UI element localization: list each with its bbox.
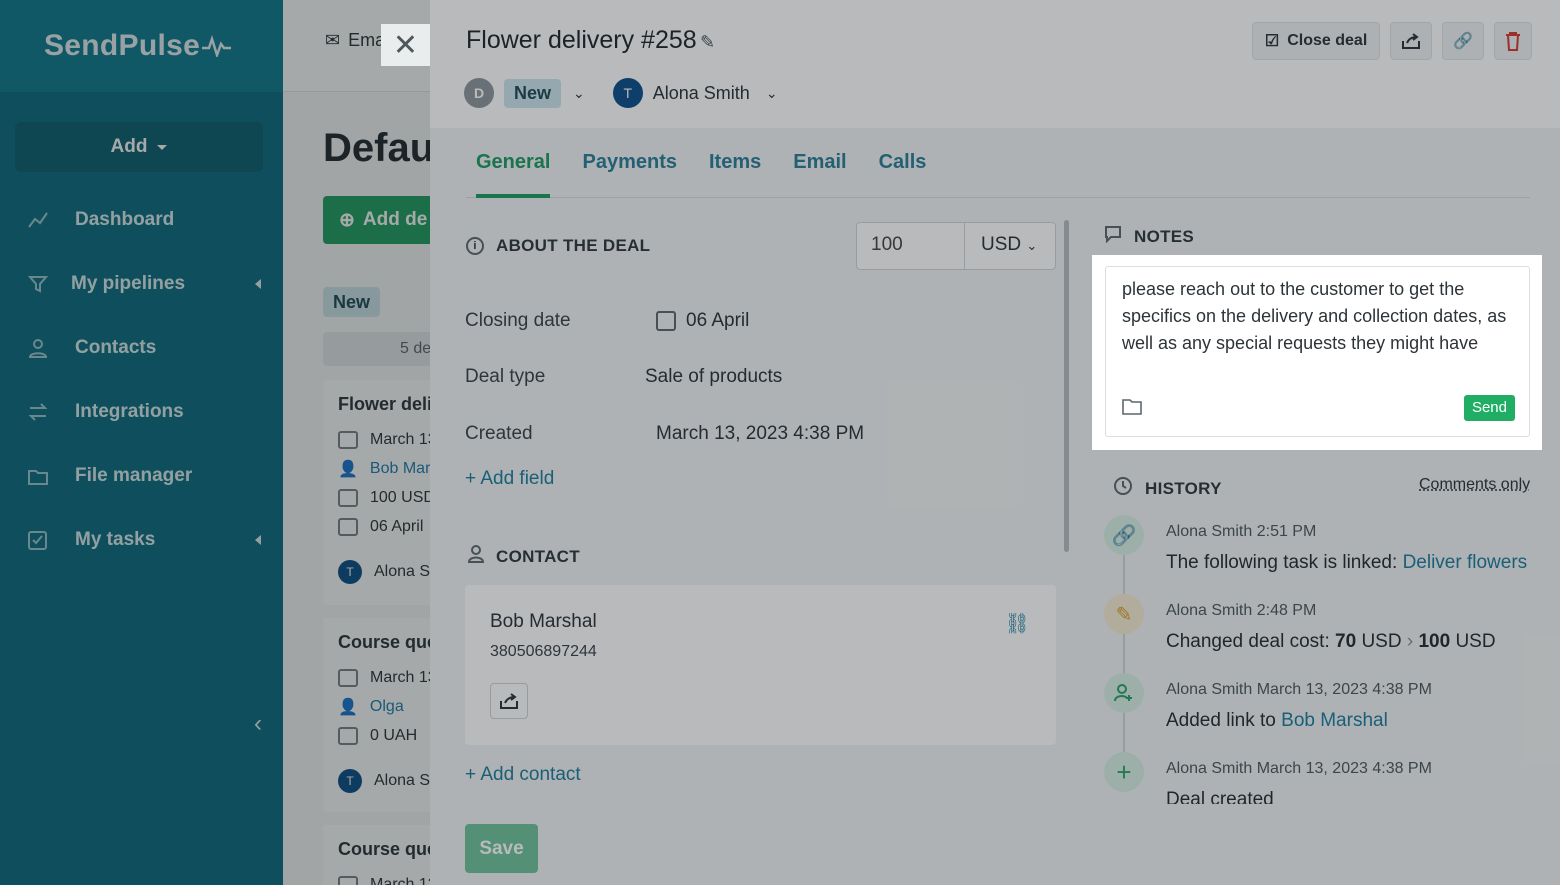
comment-icon (1104, 225, 1122, 248)
save-button[interactable]: Save (465, 824, 538, 873)
attach-folder-icon[interactable] (1122, 397, 1142, 420)
link-icon: 🔗 (1453, 31, 1473, 51)
history-text: Deal created (1166, 789, 1274, 804)
trash-icon (1505, 31, 1521, 51)
header-actions: ☑ Close deal 🔗 (1252, 22, 1532, 60)
history-meta: Alona Smith 2:51 PM (1166, 523, 1316, 541)
notes-box: please reach out to the customer to get … (1092, 255, 1542, 450)
closing-date-value[interactable]: 06 April (656, 310, 749, 332)
deal-type-value[interactable]: Sale of products (645, 366, 782, 388)
person-icon (468, 545, 484, 568)
contact-heading-label: CONTACT (496, 547, 580, 567)
share-button[interactable] (1390, 22, 1432, 60)
tab-items[interactable]: Items (709, 130, 761, 198)
checkbox-icon: ☑ (1265, 31, 1279, 51)
amount-input[interactable]: 100 (857, 223, 965, 269)
owner-select[interactable]: Alona Smith (653, 83, 750, 104)
delete-button[interactable] (1494, 22, 1532, 60)
deal-amount: 100 USD ⌄ (856, 222, 1056, 270)
contact-card: Bob Marshal 380506897244 ⛓ (465, 585, 1056, 745)
history-text: The following task is linked: Deliver fl… (1166, 552, 1527, 574)
comments-only-filter[interactable]: Comments only (1419, 476, 1530, 494)
info-icon: i (466, 237, 484, 255)
history-item: 🔗 Alona Smith 2:51 PM The following task… (1104, 515, 1534, 585)
stage-initial-icon: D (464, 78, 494, 108)
tab-payments[interactable]: Payments (582, 130, 677, 198)
deal-tabs: General Payments Items Email Calls (466, 130, 1530, 198)
share-icon (1401, 32, 1421, 50)
link-icon: 🔗 (1104, 515, 1144, 555)
tab-email[interactable]: Email (793, 130, 846, 198)
add-person-icon (1104, 673, 1144, 713)
history-heading-label: HISTORY (1145, 479, 1222, 499)
chevron-right-icon: › (1407, 631, 1413, 652)
clock-icon (1113, 476, 1133, 501)
note-text: please reach out to the customer to get … (1122, 276, 1517, 357)
about-heading: i ABOUT THE DEAL (466, 236, 650, 256)
open-contact-button[interactable] (490, 683, 528, 719)
history-item: ✎ Alona Smith 2:48 PM Changed deal cost:… (1104, 594, 1534, 664)
history-heading: HISTORY (1113, 476, 1222, 501)
notes-heading: NOTES (1104, 225, 1194, 248)
close-icon[interactable]: ✕ (381, 24, 430, 66)
calendar-icon (656, 311, 676, 331)
deal-status-row: D New ⌄ T Alona Smith ⌄ (464, 78, 778, 108)
notes-heading-label: NOTES (1134, 227, 1194, 247)
note-input[interactable]: please reach out to the customer to get … (1105, 266, 1530, 437)
history-item: + Alona Smith March 13, 2023 4:38 PM Dea… (1104, 752, 1534, 804)
chevron-down-icon[interactable]: ⌄ (573, 85, 585, 102)
contact-phone: 380506897244 (490, 643, 597, 661)
add-field-link[interactable]: + Add field (465, 468, 554, 490)
history-item: Alona Smith March 13, 2023 4:38 PM Added… (1104, 673, 1534, 743)
history-meta: Alona Smith March 13, 2023 4:38 PM (1166, 760, 1432, 778)
contact-heading: CONTACT (468, 545, 580, 568)
history-text: Changed deal cost: 70 USD › 100 USD (1166, 631, 1496, 653)
field-label: Created (465, 423, 533, 445)
field-label: Closing date (465, 310, 571, 332)
pencil-icon[interactable]: ✎ (700, 32, 715, 53)
currency-label: USD (981, 234, 1021, 255)
stage-select[interactable]: New (504, 79, 561, 108)
history-meta: Alona Smith March 13, 2023 4:38 PM (1166, 681, 1432, 699)
pencil-icon: ✎ (1104, 594, 1144, 634)
close-deal-button[interactable]: ☑ Close deal (1252, 22, 1380, 60)
contact-link[interactable]: Bob Marshal (1281, 710, 1388, 731)
deal-header: Flower delivery #258 ✎ ☑ Close deal 🔗 D N… (430, 0, 1560, 128)
plus-icon: + (1104, 752, 1144, 792)
closing-date-text: 06 April (686, 310, 749, 332)
share-icon (499, 692, 519, 710)
created-value: March 13, 2023 4:38 PM (656, 423, 864, 445)
field-label: Deal type (465, 366, 545, 388)
chevron-down-icon: ⌄ (1026, 238, 1037, 253)
deal-title: Flower delivery #258 (466, 26, 697, 55)
unlink-icon[interactable]: ⛓ (1005, 611, 1030, 636)
history-meta: Alona Smith 2:48 PM (1166, 602, 1316, 620)
add-contact-link[interactable]: + Add contact (465, 764, 581, 786)
task-link[interactable]: Deliver flowers (1403, 552, 1528, 573)
close-deal-label: Close deal (1287, 32, 1367, 50)
contact-name[interactable]: Bob Marshal (490, 611, 597, 633)
about-heading-label: ABOUT THE DEAL (496, 236, 650, 256)
scrollbar[interactable] (1064, 220, 1069, 552)
currency-select[interactable]: USD ⌄ (965, 223, 1037, 269)
avatar: T (613, 78, 643, 108)
send-button[interactable]: Send (1464, 395, 1515, 421)
chevron-down-icon[interactable]: ⌄ (766, 85, 778, 102)
history-text: Added link to Bob Marshal (1166, 710, 1388, 732)
copy-link-button[interactable]: 🔗 (1442, 22, 1484, 60)
tab-general[interactable]: General (476, 130, 550, 198)
tab-calls[interactable]: Calls (879, 130, 927, 198)
